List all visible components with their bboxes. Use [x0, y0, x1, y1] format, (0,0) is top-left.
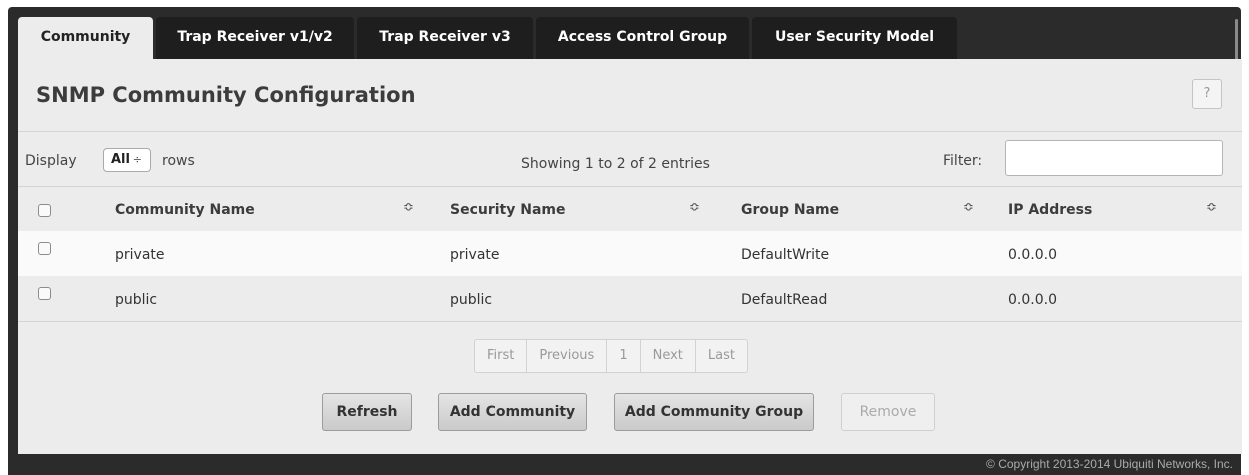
entries-info: Showing 1 to 2 of 2 entries — [521, 156, 710, 172]
controls-divider — [18, 186, 1242, 187]
add-community-group-button[interactable]: Add Community Group — [614, 393, 814, 431]
tab-trap-receiver-v3[interactable]: Trap Receiver v3 — [357, 17, 533, 59]
display-select-value: All — [111, 152, 130, 167]
column-header-group-name[interactable]: Group Name — [741, 202, 839, 218]
cell-security-name: public — [450, 292, 493, 308]
display-label: Display — [25, 153, 77, 169]
table-bottom-divider — [18, 321, 1242, 322]
sort-icon[interactable]: ≎ — [689, 200, 700, 215]
column-header-ip-address[interactable]: IP Address — [1008, 202, 1092, 218]
title-divider — [18, 131, 1242, 132]
column-header-community-name[interactable]: Community Name — [115, 202, 255, 218]
tab-community[interactable]: Community — [18, 17, 153, 59]
cell-group-name: DefaultRead — [741, 292, 828, 308]
app-frame: Community Trap Receiver v1/v2 Trap Recei… — [8, 7, 1242, 475]
tab-user-security-model[interactable]: User Security Model — [752, 17, 957, 59]
add-community-button[interactable]: Add Community — [438, 393, 587, 431]
column-header-security-name[interactable]: Security Name — [450, 202, 566, 218]
cell-ip-address: 0.0.0.0 — [1008, 247, 1057, 263]
table-row[interactable]: private private DefaultWrite 0.0.0.0 — [18, 231, 1242, 276]
display-rows-select[interactable]: All ÷ — [103, 148, 151, 172]
pagination-first[interactable]: First — [475, 340, 528, 372]
filter-input[interactable] — [1005, 140, 1223, 176]
tab-bar: Community Trap Receiver v1/v2 Trap Recei… — [18, 17, 960, 59]
tab-access-control-group[interactable]: Access Control Group — [536, 17, 749, 59]
sort-icon[interactable]: ≎ — [963, 200, 974, 215]
select-arrows-icon: ÷ — [132, 153, 142, 166]
cell-ip-address: 0.0.0.0 — [1008, 292, 1057, 308]
page-title: SNMP Community Configuration — [36, 83, 416, 107]
tab-trap-receiver-v1-v2[interactable]: Trap Receiver v1/v2 — [156, 17, 354, 59]
sort-icon[interactable]: ≎ — [1206, 200, 1217, 215]
cell-security-name: private — [450, 247, 500, 263]
pagination-previous[interactable]: Previous — [527, 340, 608, 372]
copyright-text: © Copyright 2013-2014 Ubiquiti Networks,… — [986, 457, 1233, 471]
refresh-button[interactable]: Refresh — [322, 393, 412, 431]
pagination-page-1[interactable]: 1 — [607, 340, 641, 372]
row-checkbox[interactable] — [38, 242, 51, 255]
help-button[interactable]: ? — [1192, 79, 1222, 109]
row-checkbox[interactable] — [38, 287, 51, 300]
cell-group-name: DefaultWrite — [741, 247, 830, 263]
cell-community-name: public — [115, 292, 158, 308]
content-panel: SNMP Community Configuration ? Display A… — [18, 59, 1242, 454]
rows-label: rows — [162, 153, 195, 169]
filter-label: Filter: — [943, 153, 983, 169]
footer: © Copyright 2013-2014 Ubiquiti Networks,… — [8, 454, 1241, 475]
pagination-last[interactable]: Last — [696, 340, 747, 372]
select-all-checkbox[interactable] — [38, 204, 51, 217]
sort-icon[interactable]: ≎ — [403, 200, 414, 215]
pagination: First Previous 1 Next Last — [474, 339, 748, 373]
pagination-next[interactable]: Next — [641, 340, 696, 372]
cell-community-name: private — [115, 247, 165, 263]
table-row[interactable]: public public DefaultRead 0.0.0.0 — [18, 276, 1242, 321]
remove-button[interactable]: Remove — [841, 393, 935, 431]
